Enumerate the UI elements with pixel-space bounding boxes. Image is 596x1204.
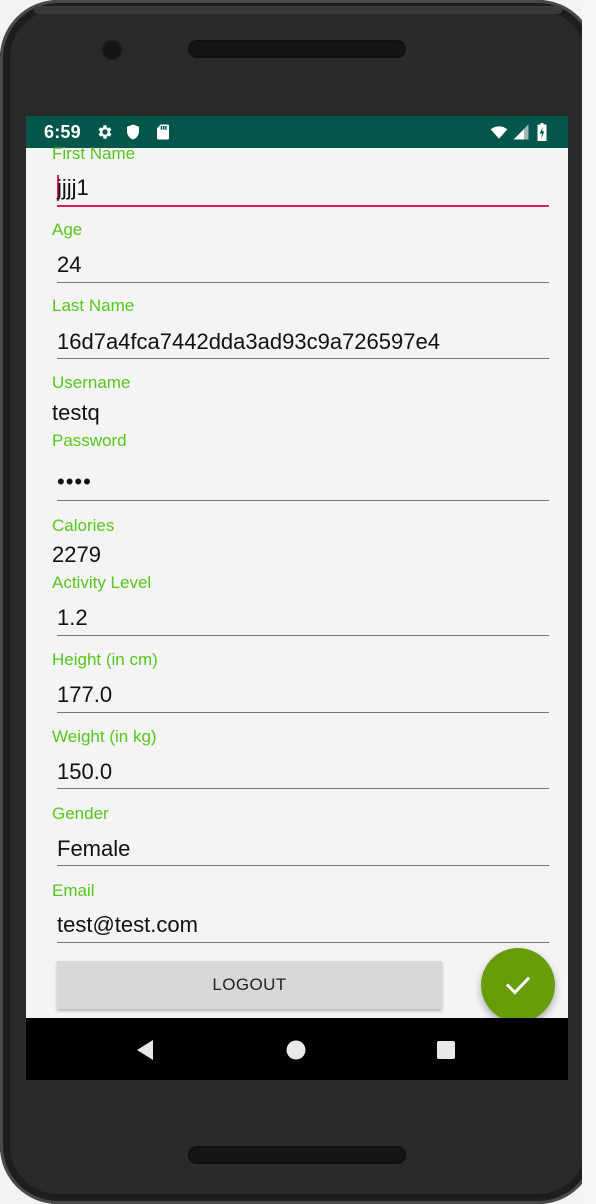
- activity-level-input[interactable]: 1.2: [57, 605, 88, 631]
- recents-icon[interactable]: [434, 1038, 458, 1062]
- earpiece-speaker: [188, 40, 406, 58]
- gender-input[interactable]: Female: [57, 836, 130, 862]
- shield-icon: [124, 123, 142, 141]
- settings-icon: [96, 123, 114, 141]
- age-underline: [57, 282, 549, 283]
- username-value: testq: [52, 400, 100, 425]
- battery-charging-icon: [536, 123, 548, 141]
- host-window-edge: [582, 0, 596, 1204]
- signal-icon: [512, 123, 530, 141]
- back-icon[interactable]: [133, 1038, 157, 1062]
- device-screen: 6:59 First Name jjjj1 Age 24 Last Name 1…: [26, 116, 568, 1080]
- gender-underline: [57, 865, 549, 866]
- age-input[interactable]: 24: [57, 252, 81, 278]
- wifi-icon: [488, 123, 510, 141]
- height-input[interactable]: 177.0: [57, 682, 112, 708]
- profile-form: First Name jjjj1 Age 24 Last Name 16d7a4…: [26, 144, 568, 1022]
- email-underline: [57, 942, 549, 943]
- navigation-bar: [26, 1018, 568, 1080]
- activity-level-label: Activity Level: [52, 573, 152, 592]
- email-input[interactable]: test@test.com: [57, 912, 198, 938]
- front-camera: [104, 42, 120, 58]
- weight-input[interactable]: 150.0: [57, 759, 112, 785]
- first-name-label: First Name: [52, 144, 136, 163]
- activity-level-underline: [57, 635, 549, 636]
- calories-value: 2279: [52, 542, 101, 567]
- calories-label: Calories: [52, 516, 115, 535]
- phone-frame: 6:59 First Name jjjj1 Age 24 Last Name 1…: [0, 0, 596, 1204]
- height-label: Height (in cm): [52, 650, 158, 669]
- bottom-speaker: [188, 1146, 406, 1164]
- check-icon: [505, 976, 531, 995]
- age-label: Age: [52, 220, 83, 239]
- last-name-label: Last Name: [52, 296, 135, 315]
- logout-button[interactable]: LOGOUT: [57, 961, 442, 1009]
- home-icon[interactable]: [284, 1038, 308, 1062]
- weight-label: Weight (in kg): [52, 727, 157, 746]
- height-underline: [57, 712, 549, 713]
- status-time: 6:59: [44, 122, 81, 142]
- last-name-input[interactable]: 16d7a4fca7442dda3ad93c9a726597e4: [57, 329, 440, 355]
- save-fab-button[interactable]: [481, 948, 555, 1022]
- password-underline: [57, 500, 549, 501]
- username-label: Username: [52, 373, 131, 392]
- sd-card-icon: [154, 123, 172, 141]
- weight-underline: [57, 788, 549, 789]
- last-name-underline: [57, 358, 549, 359]
- phone-top-edge: [34, 6, 562, 14]
- password-label: Password: [52, 431, 127, 450]
- password-input[interactable]: ••••: [57, 469, 92, 495]
- email-label: Email: [52, 881, 95, 900]
- gender-label: Gender: [52, 804, 109, 823]
- first-name-underline: [57, 205, 549, 207]
- first-name-input[interactable]: jjjj1: [57, 175, 89, 201]
